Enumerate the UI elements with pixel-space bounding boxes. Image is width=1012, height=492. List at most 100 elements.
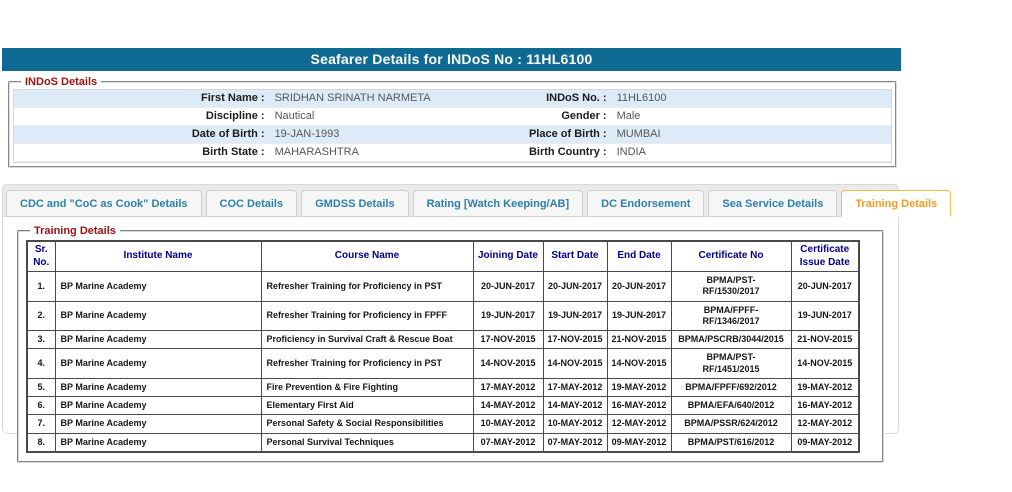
column-header: Certificate Issue Date: [791, 241, 859, 272]
cell-certificate-no: BPMA/FPFF/692/2012: [671, 378, 791, 396]
detail-label: Gender :: [486, 108, 609, 125]
column-header: End Date: [607, 241, 671, 272]
cell-institute-name: BP Marine Academy: [55, 272, 261, 302]
cell-start-date: 20-JUN-2017: [543, 272, 607, 302]
cell-end-date: 14-NOV-2015: [607, 349, 671, 379]
detail-row: First Name :SRIDHAN SRINATH NARMETAINDoS…: [14, 90, 891, 108]
column-header: Sr. No.: [27, 241, 55, 272]
detail-value: Male: [609, 108, 891, 125]
detail-row: Birth State :MAHARASHTRABirth Country :I…: [14, 144, 891, 162]
detail-value: SRIDHAN SRINATH NARMETA: [267, 90, 486, 107]
cell-sr-no: 6.: [27, 397, 55, 415]
cell-joining-date: 17-NOV-2015: [473, 331, 543, 349]
indos-details-legend: INDoS Details: [21, 76, 101, 88]
column-header: Start Date: [543, 241, 607, 272]
tab-panel: Training Details Sr. No.Institute NameCo…: [2, 216, 899, 434]
cell-course-name: Personal Survival Techniques: [261, 433, 473, 452]
detail-label: Birth Country :: [486, 144, 609, 161]
cell-joining-date: 10-MAY-2012: [473, 415, 543, 433]
training-details-fieldset: Training Details Sr. No.Institute NameCo…: [17, 225, 884, 463]
cell-certificate-issue-date: 21-NOV-2015: [791, 331, 859, 349]
tab-rating-watch-keeping-ab[interactable]: Rating [Watch Keeping/AB]: [413, 190, 584, 217]
cell-institute-name: BP Marine Academy: [55, 433, 261, 452]
cell-joining-date: 17-MAY-2012: [473, 378, 543, 396]
cell-course-name: Personal Safety & Social Responsibilitie…: [261, 415, 473, 433]
detail-label: Place of Birth :: [486, 126, 609, 143]
cell-institute-name: BP Marine Academy: [55, 301, 261, 331]
cell-sr-no: 7.: [27, 415, 55, 433]
cell-end-date: 21-NOV-2015: [607, 331, 671, 349]
cell-certificate-issue-date: 16-MAY-2012: [791, 397, 859, 415]
detail-label: Discipline :: [14, 108, 267, 125]
cell-end-date: 09-MAY-2012: [607, 433, 671, 452]
table-row: 1.BP Marine AcademyRefresher Training fo…: [27, 272, 859, 302]
cell-start-date: 14-NOV-2015: [543, 349, 607, 379]
cell-sr-no: 2.: [27, 301, 55, 331]
cell-certificate-no: BPMA/PST- RF/1451/2015: [671, 349, 791, 379]
tab-dc-endorsement[interactable]: DC Endorsement: [587, 190, 704, 217]
cell-institute-name: BP Marine Academy: [55, 397, 261, 415]
column-header: Institute Name: [55, 241, 261, 272]
cell-start-date: 19-JUN-2017: [543, 301, 607, 331]
indos-details-grid: First Name :SRIDHAN SRINATH NARMETAINDoS…: [13, 89, 892, 163]
tab-bar: CDC and "CoC as Cook" DetailsCOC Details…: [2, 184, 899, 216]
cell-end-date: 20-JUN-2017: [607, 272, 671, 302]
cell-course-name: Proficiency in Survival Craft & Rescue B…: [261, 331, 473, 349]
detail-value: MAHARASHTRA: [267, 144, 486, 161]
cell-start-date: 07-MAY-2012: [543, 433, 607, 452]
tab-coc-details[interactable]: COC Details: [206, 190, 298, 217]
tab-cdc-coc-as-cook-details[interactable]: CDC and "CoC as Cook" Details: [6, 190, 202, 217]
cell-course-name: Fire Prevention & Fire Fighting: [261, 378, 473, 396]
table-row: 5.BP Marine AcademyFire Prevention & Fir…: [27, 378, 859, 396]
detail-value: INDIA: [609, 144, 891, 161]
cell-end-date: 19-JUN-2017: [607, 301, 671, 331]
cell-course-name: Refresher Training for Proficiency in PS…: [261, 272, 473, 302]
cell-certificate-issue-date: 09-MAY-2012: [791, 433, 859, 452]
cell-certificate-issue-date: 12-MAY-2012: [791, 415, 859, 433]
page-title: Seafarer Details for INDoS No : 11HL6100: [2, 48, 901, 71]
column-header: Joining Date: [473, 241, 543, 272]
cell-sr-no: 1.: [27, 272, 55, 302]
cell-institute-name: BP Marine Academy: [55, 378, 261, 396]
table-row: 7.BP Marine AcademyPersonal Safety & Soc…: [27, 415, 859, 433]
table-row: 6.BP Marine AcademyElementary First Aid 1…: [27, 397, 859, 415]
table-row: 4.BP Marine AcademyRefresher Training fo…: [27, 349, 859, 379]
table-row: 8.BP Marine AcademyPersonal Survival Tec…: [27, 433, 859, 452]
cell-end-date: 19-MAY-2012: [607, 378, 671, 396]
cell-start-date: 10-MAY-2012: [543, 415, 607, 433]
cell-course-name: Elementary First Aid: [261, 397, 473, 415]
cell-joining-date: 20-JUN-2017: [473, 272, 543, 302]
detail-label: First Name :: [14, 90, 267, 107]
training-details-legend: Training Details: [30, 225, 120, 237]
cell-sr-no: 3.: [27, 331, 55, 349]
tab-gmdss-details[interactable]: GMDSS Details: [301, 190, 408, 217]
seafarer-details-page: Seafarer Details for INDoS No : 11HL6100…: [2, 0, 901, 434]
cell-certificate-no: BPMA/PST/616/2012: [671, 433, 791, 452]
training-table: Sr. No.Institute NameCourse NameJoining …: [26, 240, 860, 453]
cell-course-name: Refresher Training for Proficiency in PS…: [261, 349, 473, 379]
detail-value: MUMBAI: [609, 126, 891, 143]
cell-certificate-no: BPMA/PSCRB/3044/2015: [671, 331, 791, 349]
detail-label: Date of Birth :: [14, 126, 267, 143]
detail-value: Nautical: [267, 108, 486, 125]
cell-institute-name: BP Marine Academy: [55, 415, 261, 433]
cell-start-date: 17-MAY-2012: [543, 378, 607, 396]
cell-course-name: Refresher Training for Proficiency in FP…: [261, 301, 473, 331]
detail-row: Discipline :NauticalGender :Male: [14, 108, 891, 126]
cell-end-date: 12-MAY-2012: [607, 415, 671, 433]
cell-certificate-issue-date: 14-NOV-2015: [791, 349, 859, 379]
detail-value: 11HL6100: [609, 90, 891, 107]
cell-certificate-issue-date: 19-JUN-2017: [791, 301, 859, 331]
tab-training-details[interactable]: Training Details: [841, 190, 951, 217]
cell-certificate-issue-date: 19-MAY-2012: [791, 378, 859, 396]
table-row: 3.BP Marine AcademyProficiency in Surviv…: [27, 331, 859, 349]
cell-sr-no: 4.: [27, 349, 55, 379]
cell-start-date: 14-MAY-2012: [543, 397, 607, 415]
table-row: 2.BP Marine AcademyRefresher Training fo…: [27, 301, 859, 331]
cell-end-date: 16-MAY-2012: [607, 397, 671, 415]
detail-label: Birth State :: [14, 144, 267, 161]
cell-certificate-issue-date: 20-JUN-2017: [791, 272, 859, 302]
cell-sr-no: 5.: [27, 378, 55, 396]
tab-sea-service-details[interactable]: Sea Service Details: [708, 190, 837, 217]
column-header: Certificate No: [671, 241, 791, 272]
